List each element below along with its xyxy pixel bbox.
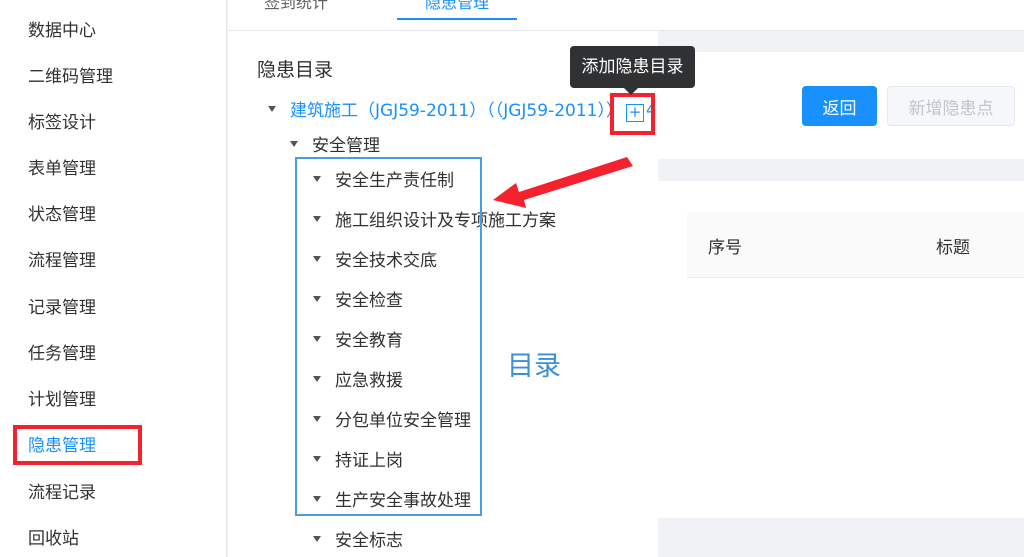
tree-node-group[interactable]: 安全管理	[290, 134, 380, 158]
back-button[interactable]: 返回	[802, 86, 877, 126]
sidebar-item-process-records[interactable]: 流程记录	[28, 480, 96, 506]
tooltip-arrow	[624, 88, 638, 95]
sidebar-item-forms[interactable]: 表单管理	[28, 156, 96, 182]
sidebar-item-status[interactable]: 状态管理	[28, 202, 96, 228]
caret-down-icon[interactable]	[313, 536, 321, 542]
add-directory-tooltip: 添加隐患目录	[570, 46, 695, 88]
tree-node-child[interactable]: 安全标志	[313, 529, 403, 553]
tab-checkin-stats[interactable]: 签到统计	[260, 0, 332, 20]
table-header-title: 标题	[936, 238, 970, 258]
tree-node-label: 建筑施工（JGJ59-2011）（（JGJ59-2011））	[290, 101, 623, 121]
hazard-tree-panel: 隐患目录 建筑施工（JGJ59-2011）（（JGJ59-2011）） + 4 …	[228, 31, 658, 557]
table-header-index: 序号	[708, 238, 742, 258]
tree-node-root[interactable]: 建筑施工（JGJ59-2011）（（JGJ59-2011））	[268, 99, 623, 123]
sidebar-item-data-center[interactable]: 数据中心	[28, 18, 96, 44]
sidebar-item-records[interactable]: 记录管理	[28, 295, 96, 321]
tabs-bar: 签到统计 隐患管理	[228, 0, 1024, 31]
add-icon-highlight-box	[610, 93, 655, 135]
panel-title: 隐患目录	[257, 59, 334, 81]
sidebar-item-qrcode[interactable]: 二维码管理	[28, 64, 113, 90]
add-hazard-point-button[interactable]: 新增隐患点	[887, 86, 1015, 126]
tree-node-label: 安全管理	[312, 136, 380, 156]
sidebar-item-label-design[interactable]: 标签设计	[28, 110, 96, 136]
tab-hazard-management[interactable]: 隐患管理	[397, 0, 517, 20]
sidebar-highlight-box	[13, 425, 142, 465]
sidebar-item-recycle-bin[interactable]: 回收站	[28, 526, 79, 552]
directory-annotation-label: 目录	[507, 351, 561, 382]
sidebar: 数据中心 二维码管理 标签设计 表单管理 状态管理 流程管理 记录管理 任务管理…	[0, 0, 227, 557]
tree-node-label: 安全标志	[335, 531, 403, 551]
caret-down-icon[interactable]	[290, 141, 298, 147]
sidebar-item-plans[interactable]: 计划管理	[28, 387, 96, 413]
sidebar-item-tasks[interactable]: 任务管理	[28, 341, 96, 367]
directory-highlight-box	[295, 157, 482, 516]
caret-down-icon[interactable]	[268, 106, 276, 112]
sidebar-item-process[interactable]: 流程管理	[28, 248, 96, 274]
